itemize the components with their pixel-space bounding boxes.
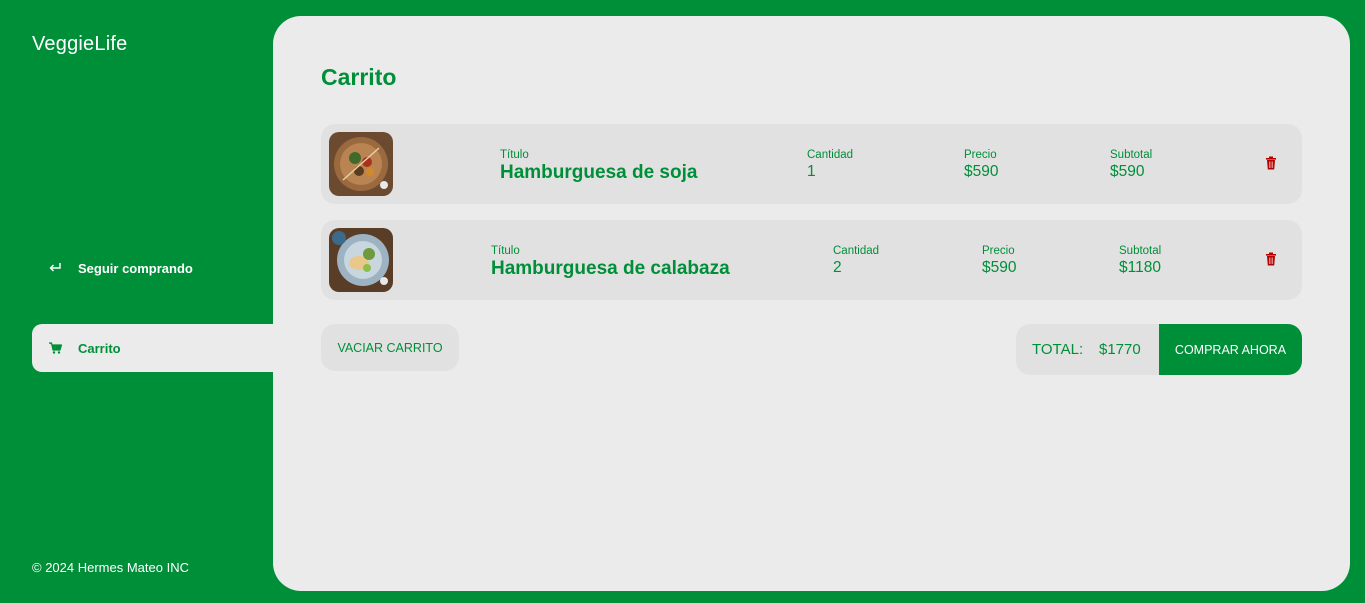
item-price-field: Precio $590 xyxy=(964,148,998,182)
nav-continue-label: Seguir comprando xyxy=(78,260,193,276)
item-subtotal-field: Subtotal $590 xyxy=(1110,148,1152,182)
sidebar: VeggieLife Seguir comprando Carrito © 20… xyxy=(0,0,273,603)
item-title-field: Título Hamburguesa de calabaza xyxy=(491,244,730,280)
title-label: Título xyxy=(500,149,529,161)
product-image xyxy=(329,228,393,292)
subtotal-label: Subtotal xyxy=(1119,245,1162,257)
item-price-field: Precio $590 xyxy=(982,244,1016,278)
item-subtotal: $1180 xyxy=(1119,259,1161,276)
brand-logo[interactable]: VeggieLife xyxy=(32,33,127,56)
cart-item: Título Hamburguesa de calabaza Cantidad … xyxy=(321,220,1302,300)
page-title: Carrito xyxy=(321,64,397,90)
main-panel: Carrito Título Hamburguesa de soja Canti… xyxy=(273,16,1350,591)
total-label: TOTAL: xyxy=(1032,341,1084,358)
quantity-label: Cantidad xyxy=(807,149,854,161)
product-image xyxy=(329,132,393,196)
nav-cart-label: Carrito xyxy=(78,340,121,356)
footer-copyright: © 2024 Hermes Mateo INC xyxy=(32,560,189,575)
quantity-label: Cantidad xyxy=(833,245,880,257)
empty-cart-button[interactable]: VACIAR CARRITO xyxy=(321,324,459,371)
item-quantity: 1 xyxy=(807,163,816,180)
item-title: Hamburguesa de soja xyxy=(500,162,698,183)
buy-now-button[interactable]: COMPRAR AHORA xyxy=(1159,324,1302,375)
item-title-field: Título Hamburguesa de soja xyxy=(500,148,697,184)
item-quantity: 2 xyxy=(833,259,842,276)
trash-icon[interactable] xyxy=(1265,252,1277,266)
return-arrow-icon xyxy=(32,262,78,274)
cart-item: Título Hamburguesa de soja Cantidad 1 Pr… xyxy=(321,124,1302,204)
item-price: $590 xyxy=(982,259,1017,276)
item-price: $590 xyxy=(964,163,999,180)
subtotal-label: Subtotal xyxy=(1110,149,1153,161)
trash-icon[interactable] xyxy=(1265,156,1277,170)
total-value: $1770 xyxy=(1099,341,1141,358)
title-label: Título xyxy=(491,245,520,257)
total-box: TOTAL: $1770 COMPRAR AHORA xyxy=(1016,324,1302,375)
item-subtotal-field: Subtotal $1180 xyxy=(1119,244,1161,278)
item-quantity-field: Cantidad 2 xyxy=(833,244,879,278)
cart-icon xyxy=(32,342,78,354)
nav-cart[interactable]: Carrito xyxy=(32,324,273,372)
price-label: Precio xyxy=(982,245,1015,257)
item-title: Hamburguesa de calabaza xyxy=(491,258,730,279)
nav-continue-shopping[interactable]: Seguir comprando xyxy=(32,244,273,292)
item-quantity-field: Cantidad 1 xyxy=(807,148,853,182)
item-subtotal: $590 xyxy=(1110,163,1145,180)
price-label: Precio xyxy=(964,149,997,161)
